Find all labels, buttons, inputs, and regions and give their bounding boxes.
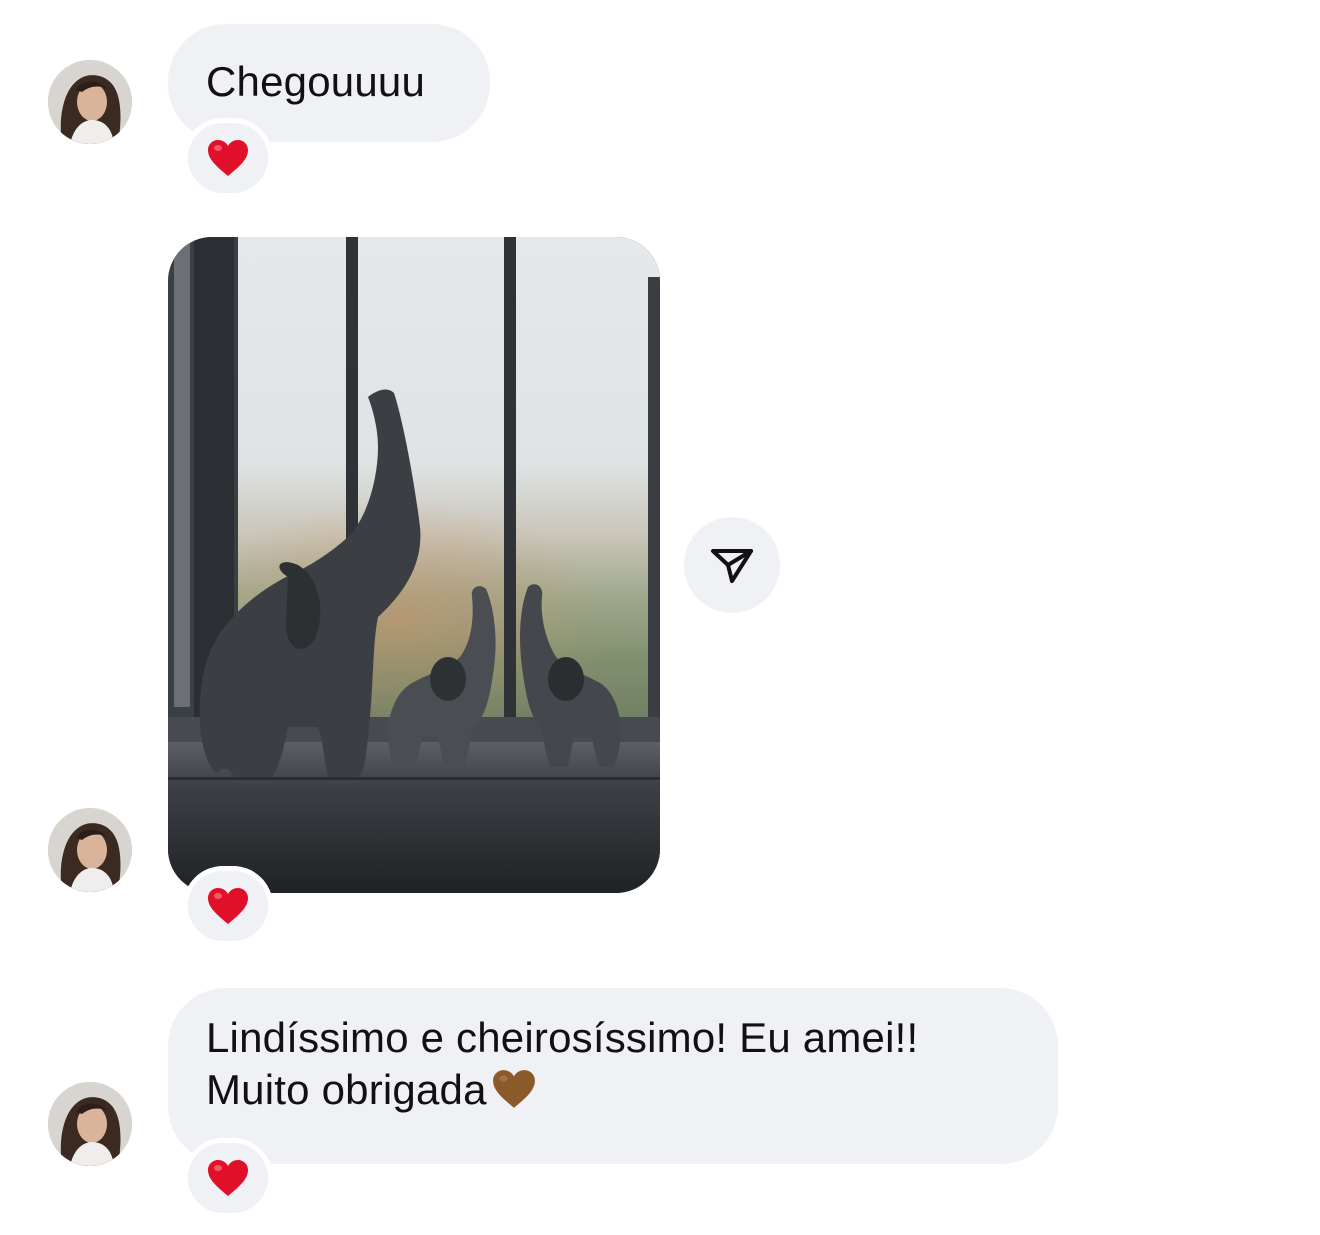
- brown-heart-icon: [492, 1070, 535, 1108]
- elephant-figurines-photo: [168, 237, 660, 893]
- red-heart-icon: [208, 888, 248, 924]
- reaction-badge[interactable]: [183, 1138, 273, 1218]
- message-text: Chegouuuu: [206, 58, 425, 105]
- photo-message[interactable]: [168, 237, 660, 893]
- share-button[interactable]: [684, 517, 780, 613]
- send-paper-plane-icon: [711, 549, 753, 583]
- reaction-badge[interactable]: [183, 866, 273, 946]
- message-text: Muito obrigada: [206, 1066, 487, 1113]
- red-heart-icon: [208, 1160, 248, 1196]
- red-heart-icon: [208, 140, 248, 176]
- conversation-thread: Chegouuuu Lindíssimo e cheirosíssimo! Eu…: [0, 0, 1320, 1235]
- contact-avatar[interactable]: [48, 808, 132, 892]
- contact-avatar[interactable]: [48, 60, 132, 144]
- reaction-badge[interactable]: [183, 118, 273, 198]
- message-bubble[interactable]: Lindíssimo e cheirosíssimo! Eu amei!! Mu…: [168, 988, 1058, 1164]
- contact-avatar[interactable]: [48, 1082, 132, 1166]
- message-text-line-2: Muito obrigada: [206, 1064, 1020, 1116]
- message-text-line-1: Lindíssimo e cheirosíssimo! Eu amei!!: [206, 1014, 919, 1061]
